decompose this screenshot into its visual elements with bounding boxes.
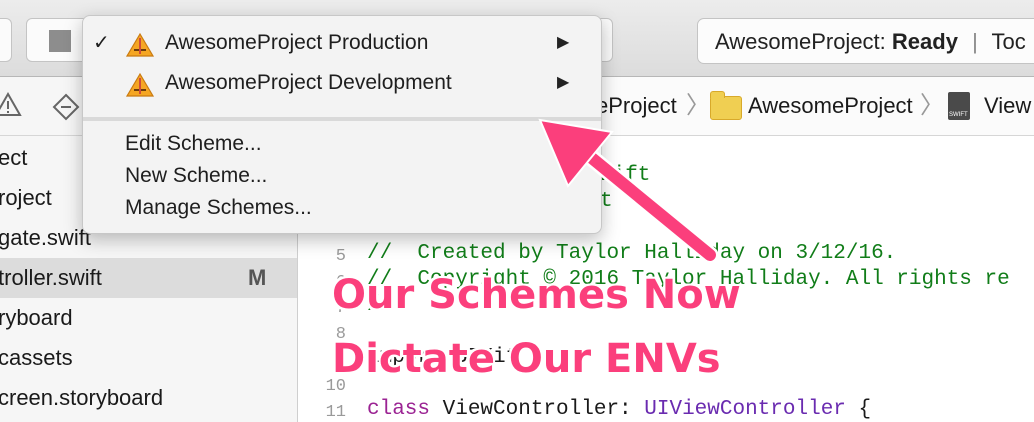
nav-file-row-selected[interactable]: troller.swift M (0, 258, 297, 298)
swift-file-icon (948, 92, 970, 120)
xcode-app-icon (125, 72, 155, 97)
code-type: UIViewController (644, 398, 846, 421)
activity-status: Ready (891, 29, 958, 54)
activity-extra: Toc (991, 29, 1026, 54)
checkmark-icon: ✓ (93, 32, 110, 54)
jumpbar-chevron: 〉 (920, 92, 944, 119)
test-navigator-icon[interactable] (52, 93, 80, 121)
scheme-menu-item-production[interactable]: ✓ AwesomeProject Production ▶ (83, 23, 601, 63)
line-number: 9 (335, 351, 346, 370)
nav-file-label: gate.swift (0, 225, 91, 250)
code-line: // Copyright © 2016 Taylor Halliday. All… (367, 268, 1010, 291)
code-line: // Created by Taylor Halliday on 3/12/16… (367, 242, 897, 265)
activity-project: AwesomeProject: (715, 29, 886, 54)
line-number: 10 (325, 377, 346, 396)
jumpbar-chevron: 〉 (686, 92, 710, 119)
jumpbar-project[interactable]: eProject (596, 77, 677, 135)
nav-file-row[interactable]: creen.storyboard (0, 378, 297, 418)
code-line: wift (600, 164, 651, 187)
code-identifier: ViewController: (430, 398, 645, 421)
modified-badge: M (248, 265, 267, 290)
stop-icon (49, 30, 71, 52)
line-number: 6 (335, 273, 346, 292)
code-line: import UIKit (367, 346, 519, 369)
scheme-menu: ✓ AwesomeProject Production ▶ AwesomePro… (82, 15, 602, 234)
submenu-arrow-icon: ▶ (557, 74, 570, 91)
nav-file-label: creen.storyboard (0, 385, 164, 410)
xcode-app-icon (125, 32, 155, 57)
line-number: 7 (335, 299, 346, 318)
activity-viewer: AwesomeProject: Ready | Toc (697, 18, 1034, 64)
nav-file-label: troller.swift (0, 265, 102, 290)
nav-file-label: ect (0, 145, 28, 170)
jumpbar-group[interactable]: AwesomeProject (748, 77, 913, 135)
scheme-menu-item-development[interactable]: AwesomeProject Development ▶ (83, 63, 601, 103)
edit-scheme-item[interactable]: Edit Scheme... (125, 132, 262, 156)
nav-file-label: cassets (0, 345, 73, 370)
manage-schemes-item[interactable]: Manage Schemes... (125, 196, 312, 220)
code-punct: { (845, 398, 872, 421)
menu-separator (83, 117, 601, 121)
nav-file-label: roject (0, 185, 52, 210)
warning-icon[interactable] (0, 91, 22, 119)
code-keyword: class (367, 398, 431, 421)
line-number: 11 (325, 403, 346, 422)
code-line: // (367, 294, 393, 317)
line-number: 8 (335, 325, 346, 344)
scheme-label: AwesomeProject Development (165, 71, 452, 94)
activity-divider: | (972, 29, 978, 54)
folder-icon (710, 91, 742, 120)
code-line: class ViewController: UIViewController { (367, 398, 871, 421)
new-scheme-item[interactable]: New Scheme... (125, 164, 267, 188)
run-button[interactable] (0, 18, 12, 62)
nav-file-row[interactable]: cassets (0, 338, 297, 378)
line-number: 5 (335, 247, 346, 266)
submenu-arrow-icon: ▶ (557, 34, 570, 51)
nav-file-row[interactable]: ryboard (0, 298, 297, 338)
scheme-label: AwesomeProject Production (165, 31, 429, 54)
nav-file-label: ryboard (0, 305, 73, 330)
jumpbar-file[interactable]: View (984, 77, 1031, 135)
